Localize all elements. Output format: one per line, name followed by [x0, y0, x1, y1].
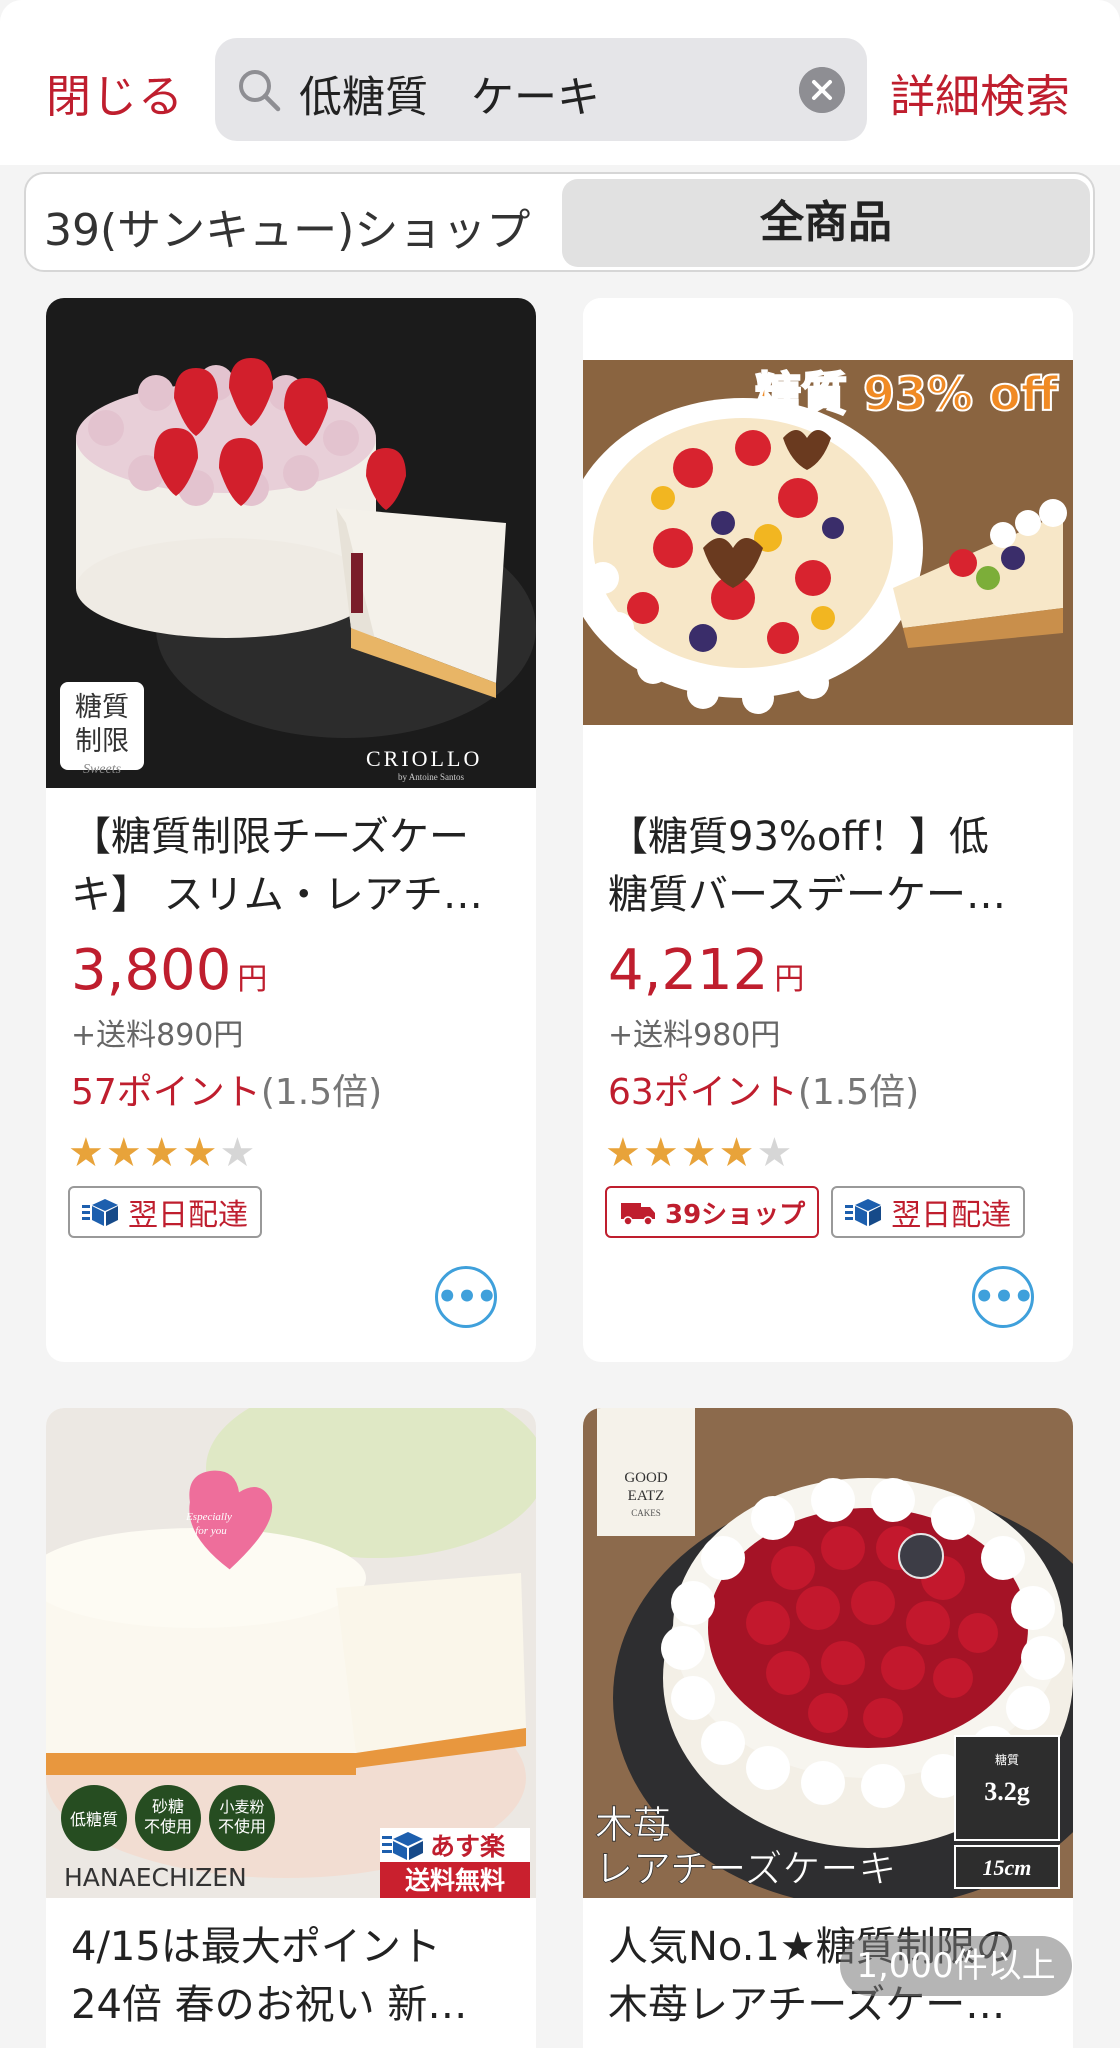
brand-logo: CRIOLLO — [366, 746, 482, 771]
next-day-delivery-badge: 翌日配達 — [68, 1186, 262, 1238]
points-multiplier: (1.5倍) — [260, 1072, 383, 1113]
more-icon[interactable]: ••• — [972, 1266, 1035, 1328]
brand-logo: HANAECHIZEN — [64, 1863, 247, 1892]
delivery-box-icon — [845, 1199, 882, 1226]
svg-text:制限: 制限 — [75, 726, 129, 757]
badge-label: 翌日配達 — [891, 1198, 1012, 1233]
image-tag: 小麦粉 — [219, 1798, 264, 1816]
svg-text:by Antoine Santos: by Antoine Santos — [398, 772, 464, 782]
close-button[interactable]: 閉じる — [46, 60, 184, 125]
product-title-line: 【糖質93%off！】低 — [608, 814, 989, 860]
image-tag: 不使用 — [144, 1817, 192, 1836]
advanced-search-button[interactable]: 詳細検索 — [890, 60, 1070, 125]
product-image[interactable]: GOOD EATZ CAKES 木苺 レアチーズケーキ 糖質 3.2g 15cm — [583, 1408, 1073, 1898]
price-currency: 円 — [237, 962, 268, 997]
asuraku-label: あす楽 — [430, 1832, 506, 1861]
segment-39shop[interactable]: 39(サンキュー)ショップ — [44, 194, 530, 258]
points-value: 57ポイント — [71, 1072, 261, 1113]
39shop-badge: 39ショップ — [605, 1186, 820, 1238]
product-title-line: 【糖質制限チーズケー — [71, 814, 469, 860]
sugar-label: 糖質 — [995, 1752, 1019, 1767]
free-shipping-label: 送料無料 — [405, 1866, 505, 1895]
product-title[interactable]: 【糖質93%off！】低 糖質バースデーケー… — [608, 808, 1058, 924]
clear-icon[interactable] — [799, 67, 845, 113]
scope-segment: 39(サンキュー)ショップ 全商品 — [24, 172, 1095, 272]
svg-text:Sweets: Sweets — [83, 762, 122, 777]
result-count-badge: 1,000件以上 — [840, 1936, 1072, 1996]
product-image[interactable]: 糖質 93% off — [583, 298, 1073, 788]
search-query: 低糖質 ケーキ — [299, 73, 600, 123]
heart-text: for you — [195, 1525, 227, 1537]
rating-stars: ★★★★★ — [68, 1130, 258, 1176]
price-currency: 円 — [774, 962, 805, 997]
image-caption: 木苺 — [595, 1803, 671, 1847]
image-tag: 砂糖 — [152, 1797, 184, 1816]
search-input[interactable]: 低糖質 ケーキ — [215, 38, 867, 141]
product-price: 3,800 円 — [71, 938, 267, 1003]
product-title[interactable]: 【糖質制限チーズケー キ】 スリム・レアチ… — [71, 808, 521, 924]
product-title[interactable]: 4/15は最大ポイント 24倍 春のお祝い 新… — [71, 1918, 521, 2034]
shipping-fee: +送料890円 — [71, 1018, 244, 1053]
segment-all-products[interactable]: 全商品 — [562, 179, 1090, 267]
more-icon[interactable]: ••• — [435, 1266, 498, 1328]
size-label: 15cm — [983, 1855, 1032, 1880]
next-day-delivery-badge: 翌日配達 — [831, 1186, 1026, 1238]
image-tag: 不使用 — [218, 1817, 266, 1836]
search-icon — [239, 70, 281, 112]
points: 63ポイント(1.5倍) — [608, 1063, 919, 1115]
shipping-fee: +送料980円 — [608, 1018, 781, 1053]
image-banner: 糖質 93% off — [755, 367, 1059, 421]
truck-icon — [621, 1203, 655, 1226]
brand-logo: GOOD — [624, 1470, 667, 1486]
product-image[interactable]: CRIOLLO by Antoine Santos 糖質 制限 Sweets — [46, 298, 536, 788]
brand-logo: EATZ — [628, 1488, 665, 1504]
points-multiplier: (1.5倍) — [797, 1072, 920, 1113]
points-value: 63ポイント — [608, 1072, 798, 1113]
product-card[interactable]: Especially for you 低糖質 砂糖 不使用 小麦粉 不使用 HA… — [46, 1408, 536, 2048]
rating-stars: ★★★★★ — [605, 1130, 795, 1176]
svg-text:糖質: 糖質 — [75, 692, 129, 723]
price-value: 4,212 — [608, 938, 769, 1003]
header: 閉じる 低糖質 ケーキ 詳細検索 — [0, 0, 1120, 165]
image-tag: 低糖質 — [70, 1810, 118, 1829]
product-title-line: 24倍 春のお祝い 新… — [71, 1982, 468, 2028]
badge-label: 39ショップ — [665, 1199, 806, 1230]
delivery-box-icon — [82, 1199, 118, 1226]
product-title-line: 4/15は最大ポイント — [71, 1924, 441, 1970]
product-price: 4,212 円 — [608, 938, 804, 1003]
product-title-line: 糖質バースデーケー… — [608, 872, 1006, 918]
heart-text: Especially — [185, 1511, 232, 1523]
image-caption: レアチーズケーキ — [595, 1847, 896, 1891]
product-title-line: キ】 スリム・レアチ… — [71, 872, 483, 918]
badge-label: 翌日配達 — [128, 1198, 248, 1233]
sugar-value: 3.2g — [984, 1777, 1030, 1806]
product-card[interactable]: 糖質 93% off 【糖質93%off！】低 糖質バースデーケー… 4,212… — [583, 298, 1073, 1362]
product-image[interactable]: Especially for you 低糖質 砂糖 不使用 小麦粉 不使用 HA… — [46, 1408, 536, 1898]
product-card[interactable]: CRIOLLO by Antoine Santos 糖質 制限 Sweets 【… — [46, 298, 536, 1362]
brand-logo: CAKES — [631, 1508, 661, 1518]
points: 57ポイント(1.5倍) — [71, 1063, 382, 1115]
price-value: 3,800 — [71, 938, 232, 1003]
